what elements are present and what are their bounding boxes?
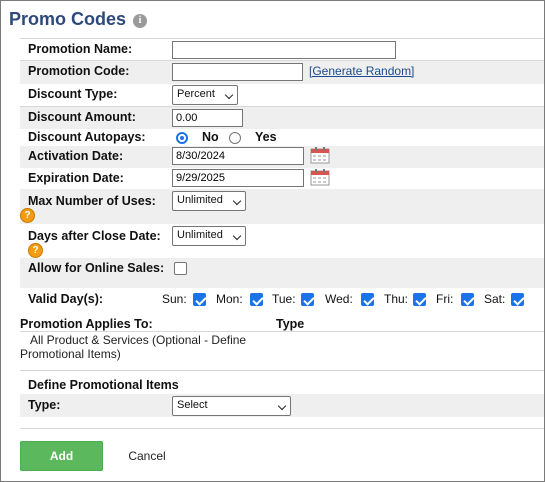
- type-select-value: Select: [177, 399, 208, 411]
- expiration-date-label: Expiration Date:: [28, 171, 124, 185]
- day-checkbox-thu[interactable]: [413, 293, 426, 306]
- promotion-name-label: Promotion Name:: [28, 42, 133, 56]
- max-uses-select[interactable]: Unlimited: [172, 191, 246, 211]
- day-label-tue: Tue:: [272, 292, 296, 306]
- generate-random-link[interactable]: [Generate Random]: [309, 64, 414, 78]
- day-checkbox-fri[interactable]: [461, 293, 474, 306]
- define-items-heading: Define Promotional Items: [28, 378, 179, 392]
- autopays-yes-radio[interactable]: [229, 132, 241, 144]
- promotion-code-input[interactable]: [172, 63, 303, 81]
- activation-date-label: Activation Date:: [28, 149, 124, 163]
- page-title: Promo Codes: [9, 9, 127, 29]
- valid-days-label: Valid Day(s):: [28, 292, 104, 306]
- add-button[interactable]: Add: [20, 441, 103, 471]
- calendar-icon[interactable]: [310, 168, 330, 186]
- day-label-sat: Sat:: [484, 292, 506, 306]
- divider: [20, 428, 544, 429]
- day-checkbox-wed[interactable]: [361, 293, 374, 306]
- applies-to-label: Promotion Applies To:: [20, 317, 153, 331]
- help-icon[interactable]: ?: [28, 243, 43, 258]
- discount-type-value: Percent: [177, 88, 215, 100]
- day-label-thu: Thu:: [384, 292, 409, 306]
- promotion-code-label: Promotion Code:: [28, 64, 130, 78]
- days-after-close-label: Days after Close Date:: [28, 229, 161, 243]
- day-checkbox-mon[interactable]: [250, 293, 263, 306]
- type-column-header: Type: [276, 317, 305, 331]
- calendar-icon[interactable]: [310, 146, 330, 164]
- autopays-yes-label: Yes: [255, 130, 277, 144]
- autopays-no-label: No: [202, 130, 219, 144]
- day-checkbox-sun[interactable]: [193, 293, 206, 306]
- promo-codes-panel: Promo Codes i Promotion Name: Promotion …: [0, 0, 545, 482]
- chevron-down-icon: [277, 401, 287, 411]
- type-label: Type:: [28, 398, 61, 412]
- days-after-close-value: Unlimited: [177, 229, 223, 241]
- day-label-mon: Mon:: [216, 292, 243, 306]
- info-icon[interactable]: i: [133, 14, 147, 28]
- discount-amount-label: Discount Amount:: [28, 110, 136, 124]
- chevron-down-icon: [232, 231, 242, 241]
- chevron-down-icon: [232, 196, 242, 206]
- allow-online-label: Allow for Online Sales:: [28, 261, 165, 275]
- discount-type-label: Discount Type:: [28, 87, 118, 101]
- discount-type-select[interactable]: Percent: [172, 85, 238, 105]
- chevron-down-icon: [224, 90, 234, 100]
- max-uses-label: Max Number of Uses:: [28, 194, 156, 208]
- cancel-button[interactable]: Cancel: [118, 441, 176, 471]
- day-label-fri: Fri:: [436, 292, 454, 306]
- day-checkbox-sat[interactable]: [511, 293, 524, 306]
- expiration-date-input[interactable]: [172, 169, 304, 187]
- divider: [20, 331, 544, 332]
- divider: [20, 38, 544, 39]
- day-label-wed: Wed:: [325, 292, 353, 306]
- applies-to-text-line1: All Product & Services (Optional - Defin…: [30, 333, 247, 347]
- allow-online-checkbox[interactable]: [174, 262, 187, 275]
- help-icon[interactable]: ?: [20, 208, 35, 223]
- day-label-sun: Sun:: [162, 292, 187, 306]
- activation-date-input[interactable]: [172, 147, 304, 165]
- divider: [20, 370, 544, 371]
- promotion-name-input[interactable]: [172, 41, 396, 59]
- applies-to-text-line2: Promotional Items): [20, 347, 121, 361]
- type-select[interactable]: Select: [172, 396, 291, 416]
- max-uses-value: Unlimited: [177, 194, 223, 206]
- discount-autopays-label: Discount Autopays:: [28, 130, 146, 144]
- days-after-close-select[interactable]: Unlimited: [172, 226, 246, 246]
- day-checkbox-tue[interactable]: [301, 293, 314, 306]
- discount-amount-input[interactable]: [172, 109, 243, 127]
- autopays-no-radio[interactable]: [176, 132, 188, 144]
